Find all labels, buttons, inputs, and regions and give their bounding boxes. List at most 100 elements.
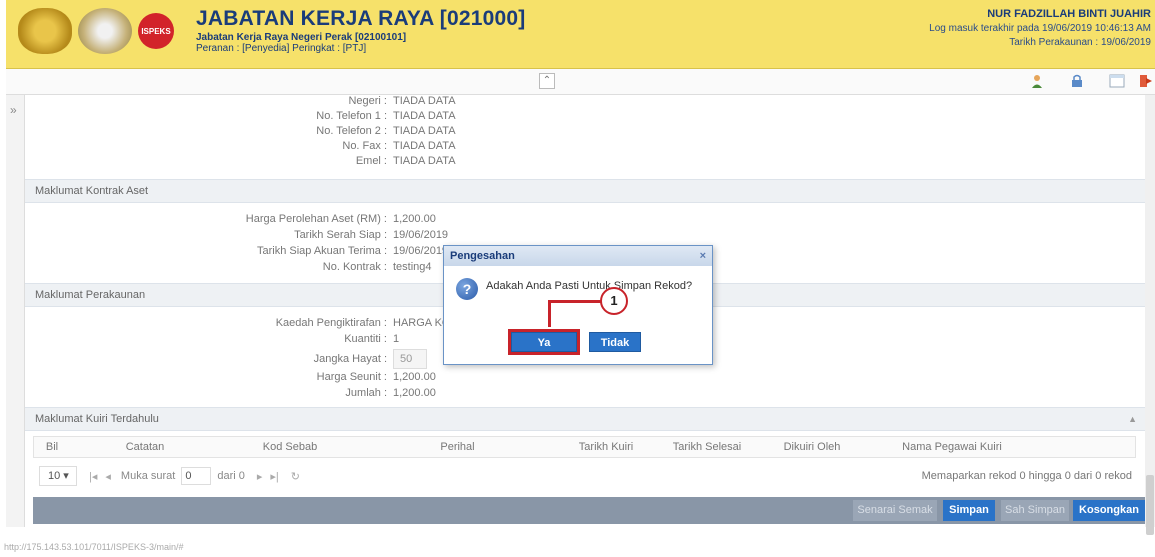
- field-value: 1,200.00: [393, 213, 436, 225]
- last-login: Log masuk terakhir pada 19/06/2019 10:46…: [929, 23, 1151, 34]
- field-label: Harga Perolehan Aset (RM) :: [245, 213, 387, 225]
- field-tarikh-siap-akuan: Tarikh Siap Akuan Terima : 19/06/2019: [33, 245, 448, 257]
- annotation-line: [548, 300, 601, 303]
- kuiri-table-header: Bil Catatan Kod Sebab Perihal Tarikh Kui…: [33, 436, 1136, 458]
- jangka-hayat-input[interactable]: 50: [393, 349, 427, 369]
- action-bar: Senarai Semak Simpan Sah Simpan Kosongka…: [33, 497, 1151, 524]
- window-icon[interactable]: [1108, 73, 1126, 91]
- lock-icon[interactable]: [1068, 73, 1086, 91]
- role-label: Peranan : [Penyedia] Peringkat : [PTJ]: [196, 43, 367, 54]
- field-value: TIADA DATA: [393, 125, 456, 137]
- yes-button[interactable]: Ya: [508, 329, 580, 355]
- prev-page-icon[interactable]: ◂: [105, 470, 111, 483]
- next-page-icon[interactable]: ▸: [257, 470, 263, 483]
- simpan-button[interactable]: Simpan: [943, 500, 995, 521]
- step-marker: 1: [600, 287, 628, 315]
- section-kontrak-aset: Maklumat Kontrak Aset: [25, 179, 1145, 203]
- field-label: No. Telefon 1 :: [316, 110, 387, 122]
- user-info: NUR FADZILLAH BINTI JUAHIR Log masuk ter…: [929, 8, 1151, 48]
- field-telefon-2: No. Telefon 2 : TIADA DATA: [33, 125, 456, 137]
- jkr-logo: [78, 8, 132, 54]
- question-icon: ?: [456, 278, 478, 300]
- col-dikuiri-oleh[interactable]: Dikuiri Oleh: [757, 437, 867, 457]
- ispeks-logo: ISPEKS: [138, 13, 174, 49]
- app-header: ISPEKS JABATAN KERJA RAYA [021000] Jabat…: [6, 0, 1155, 69]
- logos: ISPEKS: [18, 8, 174, 54]
- header-title-block: JABATAN KERJA RAYA [021000] Jabatan Kerj…: [196, 7, 525, 54]
- field-kaedah: Kaedah Pengiktirafan : HARGA KOS: [33, 317, 458, 329]
- field-label: Harga Seunit :: [316, 371, 387, 383]
- field-value: TIADA DATA: [393, 95, 456, 107]
- kuiri-pager: 10 ▾ |◂ ◂ Muka surat 0 dari 0 ▸ ▸| ↻ Mem…: [33, 463, 1136, 489]
- field-value: TIADA DATA: [393, 140, 456, 152]
- refresh-icon[interactable]: ↻: [291, 470, 300, 483]
- no-button[interactable]: Tidak: [589, 332, 641, 352]
- expand-sidebar-icon[interactable]: »: [10, 103, 17, 117]
- left-rail[interactable]: »: [6, 95, 25, 527]
- field-no-kontrak: No. Kontrak : testing4: [33, 261, 432, 273]
- field-label: Jangka Hayat :: [313, 353, 387, 365]
- col-nama-pegawai[interactable]: Nama Pegawai Kuiri: [867, 437, 1037, 457]
- annotation-line: [548, 300, 551, 327]
- field-value: 1: [393, 333, 400, 345]
- field-negeri: Negeri : TIADA DATA: [33, 95, 456, 107]
- last-page-icon[interactable]: ▸|: [270, 470, 278, 483]
- section-title: Maklumat Kuiri Terdahulu: [35, 413, 159, 425]
- agency-title: JABATAN KERJA RAYA [021000]: [196, 7, 526, 30]
- page-size-select[interactable]: 10 ▾: [39, 466, 77, 486]
- page-size-value: 10: [48, 470, 61, 482]
- user-name: NUR FADZILLAH BINTI JUAHIR: [987, 8, 1151, 20]
- col-bil[interactable]: Bil: [34, 437, 70, 457]
- field-harga-perolehan: Harga Perolehan Aset (RM) : 1,200.00: [33, 213, 436, 225]
- col-catatan[interactable]: Catatan: [70, 437, 220, 457]
- field-jangka-hayat: Jangka Hayat : 50: [33, 349, 427, 369]
- field-emel: Emel : TIADA DATA: [33, 155, 456, 167]
- col-perihal[interactable]: Perihal: [360, 437, 555, 457]
- field-label: No. Telefon 2 :: [316, 125, 387, 137]
- field-label: No. Fax :: [342, 140, 387, 152]
- page-label: Muka surat: [120, 470, 176, 482]
- field-label: Kuantiti :: [344, 333, 387, 345]
- logout-icon[interactable]: [1137, 73, 1155, 91]
- field-label: Tarikh Siap Akuan Terima :: [256, 245, 387, 257]
- senarai-semak-button[interactable]: Senarai Semak: [853, 500, 937, 521]
- account-date: Tarikh Perakaunan : 19/06/2019: [1009, 37, 1151, 48]
- field-value: testing4: [393, 261, 432, 273]
- field-tarikh-serah-siap: Tarikh Serah Siap : 19/06/2019: [33, 229, 448, 241]
- collapse-header-button[interactable]: ⌃: [539, 73, 555, 89]
- dialog-message: Adakah Anda Pasti Untuk Simpan Rekod?: [486, 280, 693, 292]
- field-value: 19/06/2019: [393, 245, 449, 257]
- field-label: Negeri :: [348, 95, 387, 107]
- col-kod-sebab[interactable]: Kod Sebab: [220, 437, 360, 457]
- field-kuantiti: Kuantiti : 1: [33, 333, 399, 345]
- col-tarikh-selesai[interactable]: Tarikh Selesai: [657, 437, 757, 457]
- chevron-up-icon: ⌃: [542, 75, 552, 86]
- field-label: Kaedah Pengiktirafan :: [275, 317, 387, 329]
- field-telefon-1: No. Telefon 1 : TIADA DATA: [33, 110, 456, 122]
- field-value: 1,200.00: [393, 387, 436, 399]
- field-jumlah: Jumlah : 1,200.00: [33, 387, 436, 399]
- scroll-thumb[interactable]: [1146, 475, 1154, 535]
- agency-subtitle: Jabatan Kerja Raya Negeri Perak [0210010…: [196, 32, 407, 43]
- page-of-label: dari 0: [217, 470, 245, 482]
- field-value: 1,200.00: [393, 371, 436, 383]
- collapse-caret-icon[interactable]: ▲: [1128, 408, 1137, 430]
- field-label: Tarikh Serah Siap :: [294, 229, 387, 241]
- main-scrollbar[interactable]: [1145, 95, 1155, 535]
- dialog-titlebar: Pengesahan ×: [444, 246, 712, 266]
- field-label: Emel :: [355, 155, 387, 167]
- close-icon[interactable]: ×: [700, 246, 706, 266]
- sah-simpan-button[interactable]: Sah Simpan: [1001, 500, 1069, 521]
- kosongkan-button[interactable]: Kosongkan: [1073, 500, 1145, 521]
- field-fax: No. Fax : TIADA DATA: [33, 140, 456, 152]
- field-label: No. Kontrak :: [322, 261, 387, 273]
- field-value: TIADA DATA: [393, 110, 456, 122]
- user-icon[interactable]: [1029, 73, 1047, 91]
- status-bar-url: http://175.143.53.101/7011/ISPEKS-3/main…: [4, 542, 184, 552]
- col-tarikh-kuiri[interactable]: Tarikh Kuiri: [555, 437, 657, 457]
- dialog-title: Pengesahan: [450, 250, 515, 262]
- records-info: Memaparkan rekod 0 hingga 0 dari 0 rekod: [921, 470, 1132, 482]
- first-page-icon[interactable]: |◂: [89, 470, 97, 483]
- field-label: Jumlah :: [345, 387, 387, 399]
- page-number-input[interactable]: 0: [181, 467, 212, 485]
